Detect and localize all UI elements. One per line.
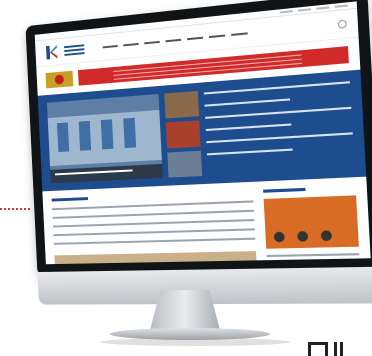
hero-thumbnails [164, 91, 202, 178]
hero-main-photo [47, 94, 163, 183]
trucks-photo [264, 195, 359, 248]
monitor-stand-base [110, 328, 270, 340]
group-photo [54, 251, 258, 264]
site-logo [44, 44, 59, 61]
search-icon [338, 20, 347, 29]
partial-logo-mark [308, 340, 348, 356]
monitor-stand-neck [150, 290, 220, 330]
side-column [263, 186, 361, 265]
news-list [52, 190, 259, 264]
monitor [25, 0, 372, 312]
dotted-connector-line [0, 208, 30, 210]
site-logo-text [64, 44, 85, 56]
main-nav [103, 32, 248, 48]
monitor-bezel [25, 0, 372, 276]
thumbnail [167, 150, 202, 177]
thumbnail [166, 121, 201, 149]
thumbnail [164, 91, 199, 119]
monitor-screen [35, 1, 371, 264]
banner-badge [46, 71, 74, 89]
lower-section [42, 177, 370, 265]
hero-headline-list [204, 79, 355, 176]
